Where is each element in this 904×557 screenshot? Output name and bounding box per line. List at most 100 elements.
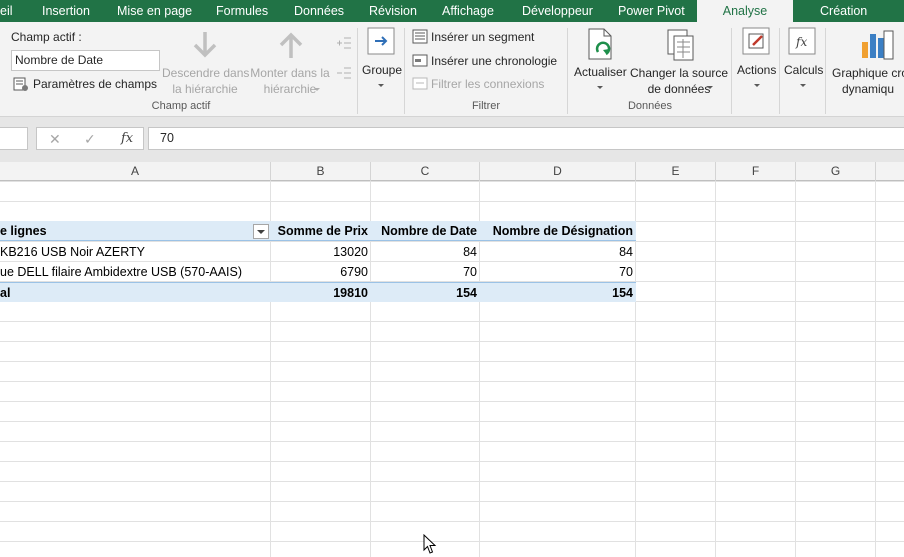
grid-row-line — [0, 201, 904, 202]
total-count-designation-cell[interactable]: 154 — [480, 283, 636, 303]
grid-column-line — [875, 181, 876, 557]
grid-row-line — [0, 401, 904, 402]
column-header-g[interactable]: G — [796, 162, 876, 181]
pivot-chart-line-1: Graphique cro — [832, 66, 904, 80]
insert-function-icon[interactable]: fx — [121, 130, 133, 148]
tab-formules[interactable]: Formules — [216, 0, 268, 22]
drill-down-line-1: Descendre dans — [162, 66, 250, 80]
actions-button[interactable]: Actions — [737, 63, 776, 77]
grid-column-line — [715, 181, 716, 557]
arrow-down-icon — [192, 30, 218, 63]
formula-input[interactable]: 70 — [148, 127, 904, 150]
grid-row-line — [0, 501, 904, 502]
refresh-caret-icon — [597, 86, 603, 89]
collapse-field-icon[interactable] — [336, 66, 352, 83]
tab-affichage[interactable]: Affichage — [442, 0, 494, 22]
grid-row-line — [0, 481, 904, 482]
ribbon-tab-bar: eil Insertion Mise en page Formules Donn… — [0, 0, 904, 22]
row-label-cell[interactable]: ue DELL filaire Ambidextre USB (570-AAIS… — [0, 262, 271, 282]
calculations-icon: fx — [788, 27, 816, 58]
tab-power-pivot[interactable]: Power Pivot — [618, 0, 685, 22]
group-separator — [779, 28, 780, 114]
total-label-cell[interactable]: al — [0, 283, 271, 303]
chevron-down-icon — [257, 230, 265, 234]
refresh-icon — [586, 28, 616, 65]
tab-creation[interactable]: Création — [820, 0, 867, 22]
enter-icon[interactable]: ✓ — [84, 130, 96, 148]
change-source-button[interactable]: Changer la source de données — [630, 65, 728, 97]
pivot-chart-button[interactable]: Graphique cro dynamiqu — [832, 65, 904, 97]
group-separator — [357, 28, 358, 114]
total-sum-price-cell[interactable]: 19810 — [271, 283, 371, 303]
tab-donnees[interactable]: Données — [294, 0, 344, 22]
group-caret-icon — [378, 84, 384, 87]
grid-row-line — [0, 521, 904, 522]
column-header-a[interactable]: A — [0, 162, 271, 181]
column-header-b[interactable]: B — [271, 162, 371, 181]
tab-accueil[interactable]: eil — [0, 0, 13, 22]
cancel-icon[interactable]: ✕ — [49, 130, 61, 148]
tab-developpeur[interactable]: Développeur — [522, 0, 593, 22]
count-date-cell[interactable]: 70 — [371, 262, 480, 282]
column-header-f[interactable]: F — [716, 162, 796, 181]
group-label-active-field: Champ actif — [151, 100, 211, 112]
insert-slicer-button[interactable]: Insérer un segment — [431, 30, 534, 44]
group-separator — [567, 28, 568, 114]
drill-up-line-1: Monter dans la — [250, 66, 330, 80]
total-count-date-cell[interactable]: 154 — [371, 283, 480, 303]
count-designation-cell[interactable]: 70 — [480, 262, 636, 282]
group-separator — [404, 28, 405, 114]
drill-up-button[interactable]: Monter dans la hiérarchie — [249, 65, 331, 97]
filter-connections-button[interactable]: Filtrer les connexions — [431, 77, 544, 91]
grid-column-line — [795, 181, 796, 557]
change-source-line-1: Changer la source — [630, 66, 729, 80]
pivot-header-row-labels[interactable]: e lignes — [0, 221, 250, 241]
change-source-icon — [666, 28, 696, 65]
sum-price-cell[interactable]: 6790 — [271, 262, 371, 282]
tab-revision[interactable]: Révision — [369, 0, 417, 22]
grid-row-line — [0, 381, 904, 382]
group-label-data: Données — [627, 100, 673, 112]
pivot-header-count-date[interactable]: Nombre de Date — [371, 221, 480, 241]
column-header-d[interactable]: D — [480, 162, 636, 181]
field-settings-icon — [13, 76, 29, 95]
worksheet-grid[interactable]: e lignes Somme de Prix Nombre de Date No… — [0, 181, 904, 557]
name-box[interactable] — [0, 127, 28, 150]
active-field-input[interactable]: Nombre de Date — [11, 50, 160, 71]
group-arrow-icon — [367, 27, 395, 58]
grid-row-line — [0, 421, 904, 422]
expand-field-icon[interactable] — [336, 36, 352, 53]
drill-up-caret-icon — [314, 88, 320, 91]
insert-timeline-button[interactable]: Insérer une chronologie — [431, 54, 557, 68]
group-label-filter: Filtrer — [471, 100, 501, 112]
slicer-icon — [412, 29, 428, 47]
group-separator — [825, 28, 826, 114]
grid-row-line — [0, 321, 904, 322]
calculations-button[interactable]: Calculs — [784, 63, 823, 77]
group-button[interactable]: Groupe — [362, 63, 402, 77]
active-field-label: Champ actif : — [11, 30, 82, 44]
count-designation-cell[interactable]: 84 — [480, 242, 636, 262]
sum-price-cell[interactable]: 13020 — [271, 242, 371, 262]
timeline-icon — [412, 53, 428, 71]
column-header-e[interactable]: E — [636, 162, 716, 181]
refresh-button[interactable]: Actualiser — [574, 65, 627, 79]
pivot-chart-line-2: dynamiqu — [841, 82, 895, 96]
tab-mise-en-page[interactable]: Mise en page — [117, 0, 192, 22]
filter-dropdown-button[interactable] — [253, 224, 269, 239]
row-label-cell[interactable]: KB216 USB Noir AZERTY — [0, 242, 271, 262]
tab-analyse[interactable]: Analyse — [697, 0, 793, 22]
pivot-header-sum-price[interactable]: Somme de Prix — [271, 221, 371, 241]
pivot-chart-icon — [860, 28, 894, 65]
table-row: ue DELL filaire Ambidextre USB (570-AAIS… — [0, 262, 636, 282]
pivot-header-count-designation[interactable]: Nombre de Désignation — [480, 221, 636, 241]
grid-row-line — [0, 361, 904, 362]
svg-text:fx: fx — [795, 35, 807, 49]
field-settings-button[interactable]: Paramètres de champs — [33, 77, 157, 91]
pivot-header-row: e lignes Somme de Prix Nombre de Date No… — [0, 221, 636, 241]
drill-down-button[interactable]: Descendre dans la hiérarchie — [162, 65, 250, 97]
change-source-line-2: de données — [647, 82, 711, 96]
count-date-cell[interactable]: 84 — [371, 242, 480, 262]
column-header-c[interactable]: C — [371, 162, 480, 181]
tab-insertion[interactable]: Insertion — [42, 0, 90, 22]
